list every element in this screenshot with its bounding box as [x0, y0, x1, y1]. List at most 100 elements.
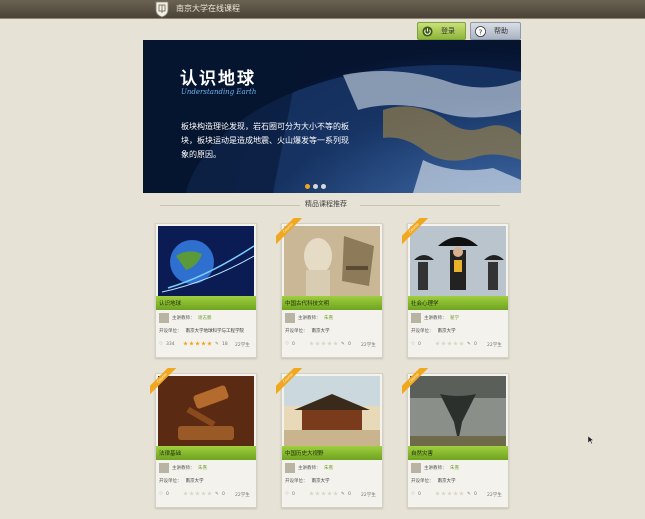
- earth-illustration: [143, 40, 521, 193]
- site-title[interactable]: 南京大学在线课程: [176, 3, 240, 15]
- course-card[interactable]: 认识地球 主讲教师： 谢志鹏 开设单位： 南京大学地球科学与工程学院 ♡ 334 ✎ 18 22学…: [155, 223, 257, 358]
- star-icon[interactable]: [201, 341, 206, 346]
- course-tag: 22学生: [361, 493, 376, 498]
- course-card[interactable]: Course 中国历史大视野 主讲教师： 朱熹 开设单位： 南京大学 ♡ 0 ✎ 0 22学生: [276, 368, 383, 508]
- star-icon[interactable]: [447, 491, 452, 496]
- svg-text:?: ?: [479, 27, 483, 36]
- star-icon[interactable]: [441, 491, 446, 496]
- power-icon: [422, 25, 433, 37]
- rating-stars: [309, 341, 338, 346]
- help-button[interactable]: ? 帮助: [470, 22, 521, 40]
- banner-slide[interactable]: [143, 40, 521, 193]
- star-icon[interactable]: [459, 491, 464, 496]
- teacher-label: 主讲教师：: [298, 316, 321, 321]
- slide-dot[interactable]: [321, 184, 326, 189]
- teacher-name[interactable]: 谢志鹏: [198, 315, 212, 321]
- star-icon[interactable]: [309, 341, 314, 346]
- unit-label: 开设单位：: [159, 479, 182, 484]
- teacher-avatar: [159, 313, 169, 323]
- course-name[interactable]: 社会心理学: [411, 299, 439, 307]
- course-tag: 22学生: [487, 343, 502, 348]
- slide-indicator: [305, 184, 326, 189]
- slide-dot[interactable]: [305, 184, 310, 189]
- comment-count: 18: [222, 342, 228, 347]
- course-name[interactable]: 中国古代科技文明: [285, 299, 329, 307]
- star-icon[interactable]: [315, 491, 320, 496]
- teacher-label: 主讲教师：: [424, 316, 447, 321]
- star-icon[interactable]: [201, 491, 206, 496]
- star-icon[interactable]: [447, 341, 452, 346]
- unit-label: 开设单位：: [411, 479, 434, 484]
- course-name-bar: 社会心理学: [408, 296, 508, 310]
- star-icon[interactable]: [459, 341, 464, 346]
- like-icon[interactable]: ♡: [411, 342, 415, 347]
- like-icon[interactable]: ♡: [159, 492, 163, 497]
- login-button[interactable]: 登录: [417, 22, 466, 40]
- star-icon[interactable]: [189, 491, 194, 496]
- like-icon[interactable]: ♡: [411, 492, 415, 497]
- teacher-label: 主讲教师：: [172, 316, 195, 321]
- star-icon[interactable]: [195, 341, 200, 346]
- star-icon[interactable]: [183, 491, 188, 496]
- star-icon[interactable]: [441, 341, 446, 346]
- slide-dot[interactable]: [313, 184, 318, 189]
- course-ribbon: Course: [276, 368, 302, 394]
- star-icon[interactable]: [435, 341, 440, 346]
- star-icon[interactable]: [195, 491, 200, 496]
- course-name[interactable]: 法律基础: [159, 449, 181, 457]
- comment-count: 0: [474, 342, 477, 347]
- comment-count: 0: [474, 492, 477, 497]
- star-icon[interactable]: [333, 491, 338, 496]
- unit-row: 开设单位： 南京大学: [285, 328, 330, 334]
- comment-icon: ✎: [215, 342, 219, 347]
- teacher-avatar: [285, 463, 295, 473]
- university-shield-icon: [155, 1, 169, 18]
- divider: [160, 205, 300, 206]
- banner-subtitle: Understanding Earth: [181, 88, 257, 96]
- course-name[interactable]: 认识地球: [159, 299, 181, 307]
- unit-name: 南京大学: [311, 479, 330, 484]
- course-tag: 22学生: [361, 343, 376, 348]
- course-card[interactable]: Course 中国古代科技文明 主讲教师： 朱熹 开设单位： 南京大学 ♡ 0 ✎ 0 22学生: [276, 218, 383, 358]
- course-card[interactable]: Course 法律基础 主讲教师： 朱熹 开设单位： 南京大学 ♡ 0 ✎ 0 22学生: [150, 368, 257, 508]
- like-icon[interactable]: ♡: [159, 342, 163, 347]
- like-icon[interactable]: ♡: [285, 342, 289, 347]
- top-bar: [0, 0, 645, 19]
- course-card[interactable]: Course 社会心理学 主讲教师： 翟学 开设单位： 南京大学 ♡ 0 ✎ 0 22学生: [402, 218, 509, 358]
- like-count: 0: [166, 492, 169, 497]
- star-icon[interactable]: [189, 341, 194, 346]
- star-icon[interactable]: [435, 491, 440, 496]
- star-icon[interactable]: [327, 341, 332, 346]
- course-card[interactable]: Course 自然灾害 主讲教师： 朱熹 开设单位： 南京大学 ♡ 0 ✎ 0 22学生: [402, 368, 509, 508]
- unit-label: 开设单位：: [285, 329, 308, 334]
- star-icon[interactable]: [207, 491, 212, 496]
- star-icon[interactable]: [315, 341, 320, 346]
- star-icon[interactable]: [453, 341, 458, 346]
- teacher-name[interactable]: 朱熹: [324, 315, 333, 321]
- star-icon[interactable]: [333, 341, 338, 346]
- course-thumbnail[interactable]: [158, 226, 254, 296]
- unit-name: 南京大学: [311, 329, 330, 334]
- teacher-label: 主讲教师：: [298, 466, 321, 471]
- course-name[interactable]: 中国历史大视野: [285, 449, 324, 457]
- teacher-name[interactable]: 朱熹: [324, 465, 333, 471]
- star-icon[interactable]: [327, 491, 332, 496]
- teacher-row: 主讲教师： 朱熹: [159, 463, 253, 473]
- unit-row: 开设单位： 南京大学: [159, 478, 204, 484]
- teacher-name[interactable]: 朱熹: [198, 465, 207, 471]
- star-icon[interactable]: [207, 341, 212, 346]
- teacher-name[interactable]: 翟学: [450, 315, 459, 321]
- unit-row: 开设单位： 南京大学: [285, 478, 330, 484]
- teacher-name[interactable]: 朱熹: [450, 465, 459, 471]
- course-name[interactable]: 自然灾害: [411, 449, 433, 457]
- star-icon[interactable]: [321, 491, 326, 496]
- star-icon[interactable]: [453, 491, 458, 496]
- star-icon[interactable]: [309, 491, 314, 496]
- star-icon[interactable]: [321, 341, 326, 346]
- question-icon: ?: [475, 25, 486, 37]
- rating-stars: [183, 341, 212, 346]
- star-icon[interactable]: [183, 341, 188, 346]
- course-tag: 22学生: [487, 493, 502, 498]
- teacher-row: 主讲教师： 朱熹: [411, 463, 505, 473]
- like-icon[interactable]: ♡: [285, 492, 289, 497]
